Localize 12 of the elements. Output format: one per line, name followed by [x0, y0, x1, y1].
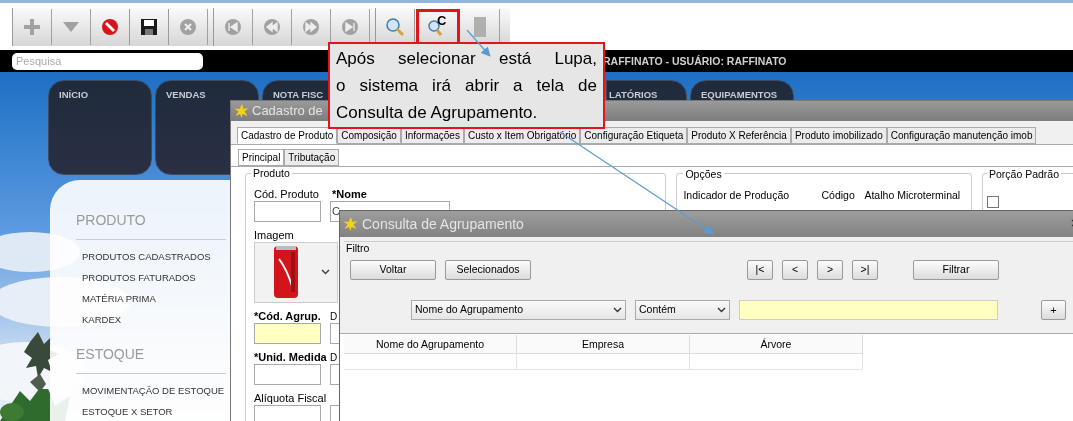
previous-record-icon — [263, 17, 281, 36]
plus-icon — [22, 16, 42, 37]
next-record-icon — [302, 17, 320, 36]
first-record-icon — [224, 17, 242, 36]
stop-icon — [101, 17, 119, 36]
last-record-icon — [341, 17, 359, 36]
search-field[interactable]: Pesquisa — [12, 52, 203, 70]
caret-down-icon — [62, 20, 80, 33]
search-icon — [385, 16, 405, 37]
document-icon — [473, 15, 487, 38]
user-info: RAFFINATO - USUÁRIO: RAFFINATO — [603, 54, 787, 69]
close-icon — [179, 17, 197, 36]
